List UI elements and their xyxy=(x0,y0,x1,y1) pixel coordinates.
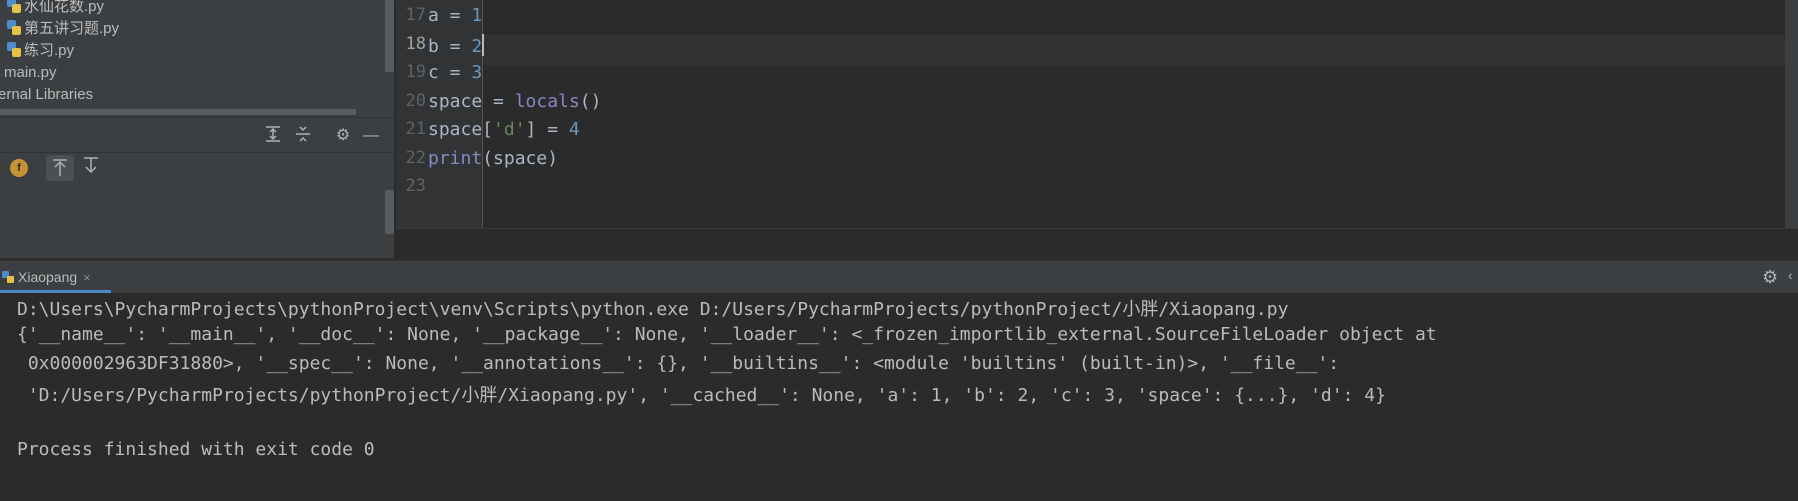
code-token: print xyxy=(428,147,483,169)
code-token: space[ xyxy=(428,119,494,140)
tab-label: Xiaopang xyxy=(18,269,78,285)
close-icon[interactable]: × xyxy=(83,270,91,285)
console-line: 'D:/Users/PycharmProjects/pythonProject/… xyxy=(17,385,1386,407)
run-console[interactable]: D:\Users\PycharmProjects\pythonProject\v… xyxy=(0,293,1798,501)
code-token: ] = xyxy=(525,119,569,140)
console-line: D:\Users\PycharmProjects\pythonProject\v… xyxy=(17,299,1289,320)
caret-row-highlight xyxy=(396,35,1798,65)
vertical-scrollbar[interactable] xyxy=(385,190,394,234)
code-token: a = xyxy=(428,5,472,26)
code-token: () xyxy=(579,90,602,112)
gear-icon[interactable]: ⚙ xyxy=(332,125,354,147)
tree-item-external-libraries[interactable]: ernal Libraries xyxy=(0,83,93,107)
line-number: 23 xyxy=(405,176,426,196)
line-number: 17 xyxy=(405,5,426,25)
tree-item-label: ernal Libraries xyxy=(0,86,94,103)
tree-item-file[interactable]: 第五讲习题.py xyxy=(6,17,119,41)
tree-item-label: 练习.py xyxy=(24,42,75,59)
code-token: locals xyxy=(514,90,580,112)
code-token: 4 xyxy=(568,119,580,140)
structure-toolbar: ⚙ — xyxy=(0,117,394,153)
vertical-scrollbar[interactable] xyxy=(1785,0,1798,228)
code-token: (space) xyxy=(482,147,559,169)
expand-all-icon[interactable] xyxy=(262,125,284,147)
code-line: c = 3 xyxy=(428,62,482,83)
line-number: 21 xyxy=(405,119,426,139)
project-tool-window: 水仙花数.py 第五讲习题.py 练习.py main.py ernal Lib… xyxy=(0,0,394,258)
tree-item-label: 第五讲习题.py xyxy=(24,20,120,37)
python-file-icon xyxy=(6,20,21,35)
tree-item-label: main.py xyxy=(4,64,57,81)
code-line: b = 2 xyxy=(428,33,485,57)
code-token: 3 xyxy=(471,62,483,83)
code-line: print(space) xyxy=(428,148,558,169)
editor-bottom-area xyxy=(396,228,1798,259)
more-icon[interactable]: ‹ xyxy=(1788,267,1793,283)
code-editor[interactable]: 17 18 19 20 21 22 23 a = 1b = 2c = 3 space = lo… xyxy=(396,0,1798,259)
code-line: space['d'] = 4 xyxy=(428,119,580,140)
tree-item-file[interactable]: 练习.py xyxy=(6,39,74,63)
navigate-from-source-button[interactable] xyxy=(46,155,74,181)
navigate-from-source-icon xyxy=(53,159,67,176)
code-token: 1 xyxy=(471,5,483,26)
code-token: c = xyxy=(428,62,472,83)
python-file-icon xyxy=(6,42,21,57)
horizontal-scrollbar[interactable] xyxy=(0,109,356,115)
code-token: 'd' xyxy=(493,119,526,140)
code-token: 2 xyxy=(471,35,483,57)
python-run-icon xyxy=(2,271,14,283)
code-token: space = xyxy=(428,90,515,112)
tree-item-file[interactable]: main.py xyxy=(4,61,57,85)
tree-item-label: 水仙花数.py xyxy=(24,0,105,15)
line-number: 20 xyxy=(405,90,426,111)
line-number: 18 xyxy=(405,33,426,54)
code-line: a = 1 xyxy=(428,5,482,26)
collapse-all-icon[interactable] xyxy=(292,125,314,147)
gear-icon[interactable]: ⚙ xyxy=(1762,267,1778,288)
vertical-scrollbar[interactable] xyxy=(385,0,394,72)
console-line: 0x000002963DF31880>, '__spec__': None, '… xyxy=(17,352,1340,374)
line-number: 22 xyxy=(405,147,426,168)
text-caret xyxy=(482,33,485,56)
tab-run-xiaopang[interactable]: Xiaopang × xyxy=(0,261,111,293)
navigate-to-source-icon[interactable] xyxy=(80,155,102,177)
line-number: 19 xyxy=(405,62,426,82)
fields-icon[interactable]: f xyxy=(10,159,28,177)
code-line: space = locals() xyxy=(428,91,601,112)
python-file-icon xyxy=(6,0,21,13)
minimize-icon[interactable]: — xyxy=(360,125,382,147)
code-token: b = xyxy=(428,35,472,57)
console-line: Process finished with exit code 0 xyxy=(17,439,375,460)
run-tool-window-header: Xiaopang × ⚙ ‹ xyxy=(0,260,1798,294)
structure-sort-toolbar: f xyxy=(0,152,394,186)
console-line: {'__name__': '__main__', '__doc__': None… xyxy=(17,323,1437,345)
